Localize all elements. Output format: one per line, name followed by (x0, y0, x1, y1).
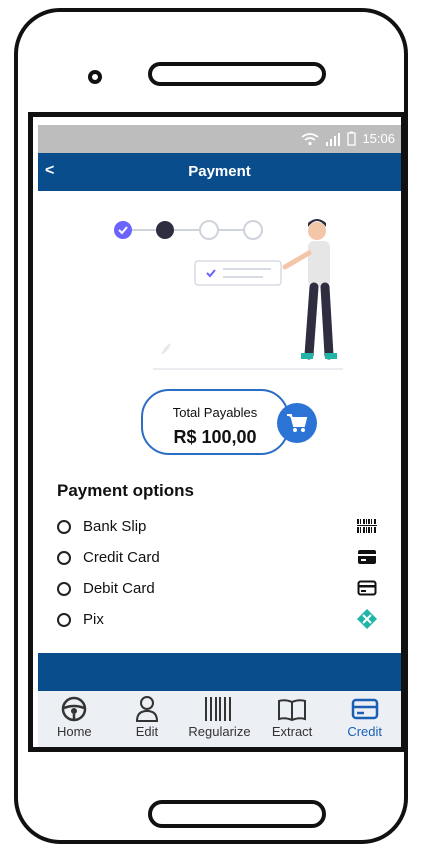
nav-label: Regularize (188, 724, 251, 739)
debit-card-icon (355, 577, 379, 599)
home-hardware-button[interactable] (148, 800, 326, 828)
cart-button[interactable] (277, 403, 317, 443)
nav-item-extract[interactable]: Extract (256, 691, 329, 747)
speaker (148, 62, 326, 86)
page-title: Payment (188, 163, 251, 180)
total-payables-label: Total Payables (172, 405, 258, 420)
action-bar (38, 653, 401, 691)
credit-card-icon (351, 698, 378, 720)
app-header: < Payment (38, 153, 401, 191)
barcode-icon (355, 515, 379, 537)
credit-card-icon (355, 546, 379, 568)
barcode-icon (205, 697, 232, 721)
option-pix[interactable]: Pix (57, 604, 387, 635)
steering-wheel-icon (62, 696, 87, 722)
cart-icon (287, 414, 308, 432)
total-payables-card: Total Payables R$ 100,00 (141, 389, 289, 455)
nav-item-credit[interactable]: Credit (328, 691, 401, 747)
screen: 15:06 < Payment Total Payables R$ 100,00 (28, 112, 406, 752)
option-debit-card[interactable]: Debit Card (57, 573, 387, 604)
option-label: Debit Card (83, 580, 155, 597)
payment-options-title: Payment options (57, 481, 194, 500)
option-label: Credit Card (83, 549, 160, 566)
status-time: 15:06 (362, 131, 395, 146)
bottom-nav: Home Edit Regularize Extract Credit (38, 691, 401, 747)
camera (88, 70, 102, 84)
nav-item-edit[interactable]: Edit (111, 691, 184, 747)
nav-label: Home (56, 724, 92, 739)
option-label: Bank Slip (83, 518, 147, 535)
option-credit-card[interactable]: Credit Card (57, 542, 387, 573)
nav-label: Extract (271, 724, 313, 739)
wifi-icon (301, 132, 319, 145)
step-4 (243, 220, 263, 240)
nav-label: Credit (347, 724, 383, 739)
payment-illustration (114, 219, 343, 370)
step-2-current (156, 221, 174, 239)
total-payables-amount: R$ 100,00 (173, 427, 257, 447)
option-bank-slip[interactable]: Bank Slip (57, 511, 387, 542)
radio-button[interactable] (57, 550, 71, 565)
step-3 (199, 220, 219, 240)
status-bar: 15:06 (38, 125, 401, 153)
radio-button[interactable] (57, 581, 71, 596)
book-icon (278, 699, 307, 722)
payment-options: Payment options Bank Slip Credit Card De… (57, 481, 387, 635)
signal-icon (326, 132, 341, 146)
battery-icon (347, 131, 357, 146)
nav-item-regularize[interactable]: Regularize (183, 691, 256, 747)
option-label: Pix (83, 611, 104, 628)
radio-button[interactable] (57, 612, 71, 627)
pix-icon (355, 608, 379, 630)
radio-button[interactable] (57, 519, 71, 534)
user-icon (135, 696, 158, 722)
nav-item-home[interactable]: Home (38, 691, 111, 747)
nav-label: Edit (135, 724, 159, 739)
step-1-done (114, 221, 132, 239)
